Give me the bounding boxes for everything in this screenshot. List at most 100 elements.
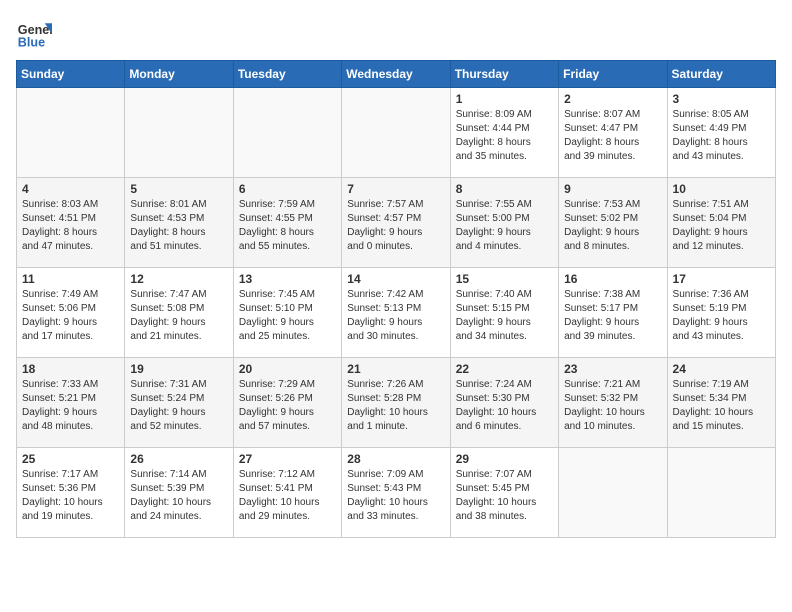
calendar-cell: 25Sunrise: 7:17 AM Sunset: 5:36 PM Dayli… — [17, 448, 125, 538]
day-info: Sunrise: 7:49 AM Sunset: 5:06 PM Dayligh… — [22, 288, 119, 344]
calendar-cell: 5 Sunrise: 8:01 AM Sunset: 4:53 PM Daylig… — [125, 178, 233, 268]
day-info: Sunrise: 7:45 AM Sunset: 5:10 PM Dayligh… — [239, 288, 336, 344]
day-number: 17 — [673, 272, 770, 286]
calendar-cell: 18 Sunrise: 7:33 AM Sunset: 5:21 PM Dayli… — [17, 358, 125, 448]
day-info: Sunrise: 7:09 AM Sunset: 5:43 PM Dayligh… — [347, 468, 444, 524]
day-number: 22 — [456, 362, 553, 376]
day-number: 26 — [130, 452, 227, 466]
day-number: 21 — [347, 362, 444, 376]
day-number: 6 — [239, 182, 336, 196]
day-info: Sunrise: 7:19 AM Sunset: 5:34 PM Dayligh… — [673, 378, 770, 434]
calendar-cell: 15 Sunrise: 7:40 AM Sunset: 5:15 PM Dayli… — [450, 268, 558, 358]
calendar-cell — [559, 448, 667, 538]
calendar-cell: 2 Sunrise: 8:07 AM Sunset: 4:47 PM Daylig… — [559, 88, 667, 178]
day-number: 15 — [456, 272, 553, 286]
calendar-cell — [125, 88, 233, 178]
day-number: 12 — [130, 272, 227, 286]
calendar-cell: 21 Sunrise: 7:26 AM Sunset: 5:28 PM Dayli… — [342, 358, 450, 448]
day-info: Sunrise: 7:38 AM Sunset: 5:17 PM Dayligh… — [564, 288, 661, 344]
calendar-cell — [667, 448, 775, 538]
day-info: Sunrise: 7:55 AM Sunset: 5:00 PM Dayligh… — [456, 198, 553, 254]
day-info: Sunrise: 8:03 AM Sunset: 4:51 PM Dayligh… — [22, 198, 119, 254]
day-info: Sunrise: 7:53 AM Sunset: 5:02 PM Dayligh… — [564, 198, 661, 254]
day-number: 10 — [673, 182, 770, 196]
calendar-table: SundayMondayTuesdayWednesdayThursdayFrid… — [16, 60, 776, 538]
calendar-cell: 10Sunrise: 7:51 AM Sunset: 5:04 PM Dayli… — [667, 178, 775, 268]
weekday-header: Saturday — [667, 61, 775, 88]
day-number: 29 — [456, 452, 553, 466]
weekday-header: Wednesday — [342, 61, 450, 88]
logo: General Blue — [16, 16, 52, 52]
weekday-header: Tuesday — [233, 61, 341, 88]
calendar-cell: 27 Sunrise: 7:12 AM Sunset: 5:41 PM Dayli… — [233, 448, 341, 538]
calendar-cell — [342, 88, 450, 178]
calendar-cell: 1 Sunrise: 8:09 AM Sunset: 4:44 PM Daylig… — [450, 88, 558, 178]
day-info: Sunrise: 7:17 AM Sunset: 5:36 PM Dayligh… — [22, 468, 119, 524]
calendar-cell: 28 Sunrise: 7:09 AM Sunset: 5:43 PM Dayli… — [342, 448, 450, 538]
day-number: 3 — [673, 92, 770, 106]
day-info: Sunrise: 7:29 AM Sunset: 5:26 PM Dayligh… — [239, 378, 336, 434]
svg-text:Blue: Blue — [18, 36, 45, 50]
calendar-cell: 20Sunrise: 7:29 AM Sunset: 5:26 PM Dayli… — [233, 358, 341, 448]
day-info: Sunrise: 7:33 AM Sunset: 5:21 PM Dayligh… — [22, 378, 119, 434]
day-number: 9 — [564, 182, 661, 196]
day-info: Sunrise: 7:40 AM Sunset: 5:15 PM Dayligh… — [456, 288, 553, 344]
calendar-cell: 8 Sunrise: 7:55 AM Sunset: 5:00 PM Daylig… — [450, 178, 558, 268]
calendar-cell: 22 Sunrise: 7:24 AM Sunset: 5:30 PM Dayli… — [450, 358, 558, 448]
calendar-cell: 13Sunrise: 7:45 AM Sunset: 5:10 PM Dayli… — [233, 268, 341, 358]
calendar-cell: 7 Sunrise: 7:57 AM Sunset: 4:57 PM Daylig… — [342, 178, 450, 268]
day-number: 14 — [347, 272, 444, 286]
day-number: 4 — [22, 182, 119, 196]
day-info: Sunrise: 7:24 AM Sunset: 5:30 PM Dayligh… — [456, 378, 553, 434]
day-info: Sunrise: 8:07 AM Sunset: 4:47 PM Dayligh… — [564, 108, 661, 164]
weekday-header: Friday — [559, 61, 667, 88]
day-info: Sunrise: 7:57 AM Sunset: 4:57 PM Dayligh… — [347, 198, 444, 254]
day-info: Sunrise: 8:05 AM Sunset: 4:49 PM Dayligh… — [673, 108, 770, 164]
day-info: Sunrise: 7:59 AM Sunset: 4:55 PM Dayligh… — [239, 198, 336, 254]
calendar-cell — [233, 88, 341, 178]
day-info: Sunrise: 8:01 AM Sunset: 4:53 PM Dayligh… — [130, 198, 227, 254]
day-number: 24 — [673, 362, 770, 376]
calendar-cell: 26 Sunrise: 7:14 AM Sunset: 5:39 PM Dayli… — [125, 448, 233, 538]
day-number: 5 — [130, 182, 227, 196]
calendar-cell: 14 Sunrise: 7:42 AM Sunset: 5:13 PM Dayli… — [342, 268, 450, 358]
day-info: Sunrise: 7:36 AM Sunset: 5:19 PM Dayligh… — [673, 288, 770, 344]
calendar-cell: 19Sunrise: 7:31 AM Sunset: 5:24 PM Dayli… — [125, 358, 233, 448]
day-info: Sunrise: 7:31 AM Sunset: 5:24 PM Dayligh… — [130, 378, 227, 434]
day-number: 7 — [347, 182, 444, 196]
calendar-cell — [17, 88, 125, 178]
weekday-header: Thursday — [450, 61, 558, 88]
day-number: 23 — [564, 362, 661, 376]
day-number: 18 — [22, 362, 119, 376]
calendar-cell: 29 Sunrise: 7:07 AM Sunset: 5:45 PM Dayli… — [450, 448, 558, 538]
calendar-cell: 3 Sunrise: 8:05 AM Sunset: 4:49 PM Daylig… — [667, 88, 775, 178]
day-info: Sunrise: 7:14 AM Sunset: 5:39 PM Dayligh… — [130, 468, 227, 524]
day-info: Sunrise: 7:26 AM Sunset: 5:28 PM Dayligh… — [347, 378, 444, 434]
calendar-cell: 9 Sunrise: 7:53 AM Sunset: 5:02 PM Daylig… — [559, 178, 667, 268]
calendar-cell: 17 Sunrise: 7:36 AM Sunset: 5:19 PM Dayli… — [667, 268, 775, 358]
weekday-header: Sunday — [17, 61, 125, 88]
day-number: 2 — [564, 92, 661, 106]
day-info: Sunrise: 7:47 AM Sunset: 5:08 PM Dayligh… — [130, 288, 227, 344]
day-info: Sunrise: 8:09 AM Sunset: 4:44 PM Dayligh… — [456, 108, 553, 164]
weekday-header: Monday — [125, 61, 233, 88]
day-number: 16 — [564, 272, 661, 286]
calendar-cell: 11 Sunrise: 7:49 AM Sunset: 5:06 PM Dayli… — [17, 268, 125, 358]
page-header: General Blue — [16, 16, 776, 52]
day-number: 11 — [22, 272, 119, 286]
calendar-cell: 12 Sunrise: 7:47 AM Sunset: 5:08 PM Dayli… — [125, 268, 233, 358]
calendar-cell: 24 Sunrise: 7:19 AM Sunset: 5:34 PM Dayli… — [667, 358, 775, 448]
calendar-cell: 16 Sunrise: 7:38 AM Sunset: 5:17 PM Dayli… — [559, 268, 667, 358]
day-number: 27 — [239, 452, 336, 466]
day-info: Sunrise: 7:21 AM Sunset: 5:32 PM Dayligh… — [564, 378, 661, 434]
calendar-cell: 4 Sunrise: 8:03 AM Sunset: 4:51 PM Daylig… — [17, 178, 125, 268]
logo-icon: General Blue — [16, 16, 52, 52]
calendar-cell: 23 Sunrise: 7:21 AM Sunset: 5:32 PM Dayli… — [559, 358, 667, 448]
day-number: 8 — [456, 182, 553, 196]
day-info: Sunrise: 7:07 AM Sunset: 5:45 PM Dayligh… — [456, 468, 553, 524]
calendar-cell: 6 Sunrise: 7:59 AM Sunset: 4:55 PM Daylig… — [233, 178, 341, 268]
day-number: 1 — [456, 92, 553, 106]
day-info: Sunrise: 7:12 AM Sunset: 5:41 PM Dayligh… — [239, 468, 336, 524]
day-info: Sunrise: 7:42 AM Sunset: 5:13 PM Dayligh… — [347, 288, 444, 344]
day-number: 28 — [347, 452, 444, 466]
